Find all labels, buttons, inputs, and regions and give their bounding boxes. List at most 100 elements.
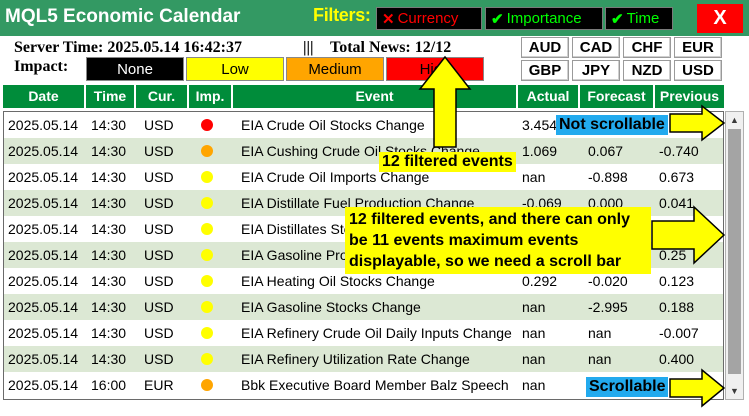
impact-dot-icon — [201, 249, 213, 261]
cell-time: 14:30 — [91, 117, 127, 133]
cell-date: 2025.05.14 — [8, 117, 79, 133]
scroll-down-icon[interactable]: ▼ — [726, 383, 743, 399]
cell-date: 2025.05.14 — [8, 169, 79, 185]
cell-event: EIA Refinery Crude Oil Daily Inputs Chan… — [241, 325, 512, 341]
impact-low-button[interactable]: Low — [186, 57, 284, 81]
impact-dot-icon — [201, 301, 213, 313]
cell-previous: 0.123 — [659, 273, 695, 289]
close-button[interactable]: X — [697, 4, 743, 33]
scrollbar-thumb[interactable] — [728, 129, 741, 374]
impact-none-button[interactable]: None — [86, 57, 184, 81]
cell-date: 2025.05.14 — [8, 195, 79, 211]
cell-date: 2025.05.14 — [8, 247, 79, 263]
cell-actual: nan — [522, 169, 546, 185]
cell-currency: USD — [144, 195, 174, 211]
info-separator: ||| — [303, 39, 314, 56]
x-mark-icon: ✕ — [382, 10, 395, 28]
cell-date: 2025.05.14 — [8, 351, 79, 367]
cell-currency: USD — [144, 325, 174, 341]
right-arrow-icon — [669, 104, 726, 142]
cell-time: 14:30 — [91, 169, 127, 185]
cell-currency: USD — [144, 273, 174, 289]
impact-dot-icon — [201, 379, 213, 391]
currency-button-usd[interactable]: USD — [674, 60, 722, 81]
currency-button-nzd[interactable]: NZD — [623, 60, 671, 81]
table-row[interactable]: 2025.05.14 14:30 USD EIA Refinery Crude Oil… — [4, 320, 723, 346]
cell-date: 2025.05.14 — [8, 325, 79, 341]
cell-time: 14:30 — [91, 143, 127, 159]
scroll-up-icon[interactable]: ▲ — [726, 112, 743, 128]
currency-button-jpy[interactable]: JPY — [572, 60, 620, 81]
window-title: MQL5 Economic Calendar — [5, 6, 241, 27]
impact-dot-icon — [201, 223, 213, 235]
cell-date: 2025.05.14 — [8, 299, 79, 315]
cell-date: 2025.05.14 — [8, 273, 79, 289]
scrollable-annotation: Scrollable — [586, 377, 669, 397]
importance-filter-button[interactable]: ✔ Importance — [485, 7, 603, 30]
cell-currency: USD — [144, 299, 174, 315]
cell-currency: USD — [144, 117, 174, 133]
cell-forecast: -2.995 — [588, 299, 628, 315]
calendar-window: MQL5 Economic Calendar Filters: ✕ Curren… — [0, 0, 749, 416]
cell-event: EIA Refinery Utilization Rate Change — [241, 351, 470, 367]
cell-currency: USD — [144, 247, 174, 263]
scrollbar-explanation-annotation: 12 filtered events, and there can only b… — [345, 207, 651, 274]
cell-time: 14:30 — [91, 273, 127, 289]
impact-dot-icon — [201, 119, 213, 131]
cell-previous: 0.188 — [659, 299, 695, 315]
cell-time: 14:30 — [91, 351, 127, 367]
column-header-importance[interactable]: Imp. — [189, 85, 231, 108]
cell-actual: nan — [522, 351, 546, 367]
cell-time: 16:00 — [91, 377, 127, 393]
currency-button-aud[interactable]: AUD — [521, 37, 569, 58]
cell-actual: nan — [522, 325, 546, 341]
cell-currency: USD — [144, 169, 174, 185]
cell-currency: USD — [144, 351, 174, 367]
cell-forecast: nan — [588, 325, 612, 341]
cell-forecast: -0.898 — [588, 169, 628, 185]
column-header-currency[interactable]: Cur. — [136, 85, 187, 108]
impact-medium-button[interactable]: Medium — [286, 57, 384, 81]
currency-button-eur[interactable]: EUR — [674, 37, 722, 58]
currency-button-gbp[interactable]: GBP — [521, 60, 569, 81]
table-row[interactable]: 2025.05.14 14:30 USD EIA Refinery Utilizati… — [4, 346, 723, 372]
cell-forecast: 0.067 — [588, 143, 624, 159]
cell-date: 2025.05.14 — [8, 221, 79, 237]
cell-actual: nan — [522, 299, 546, 315]
cell-previous: 0.673 — [659, 169, 695, 185]
impact-dot-icon — [201, 197, 213, 209]
check-mark-icon: ✔ — [491, 10, 504, 28]
cell-previous: -0.007 — [659, 325, 699, 341]
column-header-event[interactable]: Event — [233, 85, 516, 108]
column-header-time[interactable]: Time — [86, 85, 134, 108]
column-header-actual[interactable]: Actual — [518, 85, 578, 108]
vertical-scrollbar[interactable]: ▲ ▼ — [725, 111, 744, 400]
cell-actual: 3.454 — [522, 117, 558, 133]
time-filter-button[interactable]: ✔ Time — [605, 7, 673, 30]
cell-time: 14:30 — [91, 221, 127, 237]
impact-dot-icon — [201, 145, 213, 157]
table-row[interactable]: 2025.05.14 14:30 USD EIA Crude Oil Imports … — [4, 164, 723, 190]
impact-dot-icon — [201, 353, 213, 365]
cell-time: 14:30 — [91, 195, 127, 211]
currency-button-chf[interactable]: CHF — [623, 37, 671, 58]
currency-button-cad[interactable]: CAD — [572, 37, 620, 58]
cell-actual: nan — [522, 377, 546, 393]
currency-filter-label: Currency — [397, 10, 459, 27]
cell-event: Bbk Executive Board Member Balz Speech — [241, 377, 509, 393]
cell-time: 14:30 — [91, 325, 127, 341]
right-arrow-icon — [651, 205, 726, 265]
time-filter-label: Time — [626, 10, 660, 27]
not-scrollable-annotation: Not scrollable — [556, 115, 668, 135]
currency-filter-button[interactable]: ✕ Currency — [376, 7, 482, 30]
impact-label: Impact: — [14, 58, 69, 75]
cell-event: EIA Crude Oil Stocks Change — [241, 117, 425, 133]
column-header-date[interactable]: Date — [3, 85, 84, 108]
check-mark-icon: ✔ — [611, 10, 624, 28]
table-row[interactable]: 2025.05.14 14:30 USD EIA Cushing Crude Oil … — [4, 138, 723, 164]
column-header-forecast[interactable]: Forecast — [580, 85, 653, 108]
importance-filter-label: Importance — [506, 10, 582, 27]
table-row[interactable]: 2025.05.14 14:30 USD EIA Gasoline Stocks Ch… — [4, 294, 723, 320]
cell-forecast: nan — [588, 351, 612, 367]
impact-dot-icon — [201, 171, 213, 183]
